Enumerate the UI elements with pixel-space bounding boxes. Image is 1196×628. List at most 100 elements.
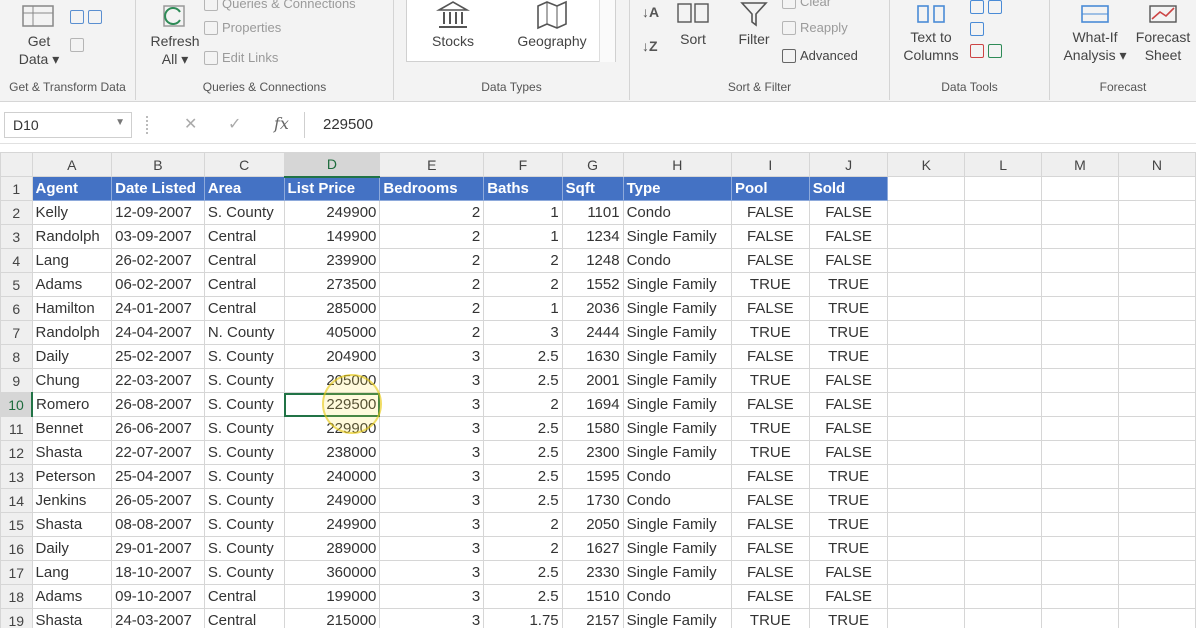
empty-cell[interactable]	[887, 512, 966, 537]
worksheet-grid[interactable]: A B C D E F G H I J K L M N 1 Agent Date Listed Area List …	[0, 152, 1196, 628]
cell[interactable]: TRUE	[730, 272, 810, 297]
column-header-l[interactable]: L	[964, 152, 1043, 177]
empty-cell[interactable]	[887, 560, 966, 585]
queries-connections-button[interactable]: Queries & Connections	[204, 0, 356, 11]
cell[interactable]: S. County	[203, 344, 285, 369]
cell[interactable]: 3	[483, 320, 563, 345]
cell[interactable]: 08-08-2007	[111, 512, 205, 537]
header-cell[interactable]: Bedrooms	[379, 176, 485, 201]
cell[interactable]: 2.5	[483, 488, 563, 513]
cell[interactable]: 26-08-2007	[111, 392, 205, 417]
cell[interactable]: FALSE	[730, 200, 810, 225]
cell[interactable]: 03-09-2007	[111, 224, 205, 249]
data-validation-button[interactable]	[970, 44, 1002, 58]
cell[interactable]: 06-02-2007	[111, 272, 205, 297]
cancel-icon[interactable]: ✕	[184, 114, 197, 134]
header-cell[interactable]: Pool	[730, 176, 810, 201]
cell[interactable]: 249000	[283, 488, 381, 513]
cell[interactable]: FALSE	[808, 440, 889, 465]
refresh-all-button[interactable]: Refresh All ▾	[146, 4, 204, 68]
cell[interactable]: Central	[203, 224, 285, 249]
cell[interactable]: 1	[483, 224, 563, 249]
cell[interactable]: 3	[379, 464, 485, 489]
empty-cell[interactable]	[1041, 536, 1119, 561]
cell[interactable]: FALSE	[730, 560, 810, 585]
cell[interactable]: 18-10-2007	[111, 560, 205, 585]
cell[interactable]: Central	[203, 296, 285, 321]
cell[interactable]: 199000	[283, 584, 381, 609]
row-header[interactable]: 6	[0, 296, 33, 321]
empty-cell[interactable]	[887, 224, 966, 249]
cell[interactable]: 3	[379, 488, 485, 513]
forecast-sheet-button[interactable]: Forecast Sheet	[1132, 2, 1194, 64]
cell[interactable]: 205000	[283, 368, 381, 393]
row-header[interactable]: 5	[0, 272, 33, 297]
cell[interactable]: FALSE	[730, 392, 810, 417]
empty-cell[interactable]	[1117, 344, 1196, 369]
cell[interactable]: 2300	[561, 440, 624, 465]
empty-cell[interactable]	[964, 416, 1043, 441]
empty-cell[interactable]	[1041, 608, 1119, 628]
cell[interactable]: 3	[379, 368, 485, 393]
row-header[interactable]: 4	[0, 248, 33, 273]
empty-cell[interactable]	[887, 200, 966, 225]
cell[interactable]: Bennet	[31, 416, 113, 441]
empty-cell[interactable]	[964, 440, 1043, 465]
cell[interactable]: Single Family	[622, 560, 732, 585]
empty-cell[interactable]	[887, 320, 966, 345]
empty-cell[interactable]	[1117, 512, 1196, 537]
cell[interactable]: 1.75	[483, 608, 563, 628]
cell[interactable]: Condo	[622, 584, 732, 609]
cell[interactable]: 2.5	[483, 560, 563, 585]
cell[interactable]: S. County	[203, 368, 285, 393]
stocks-button[interactable]: Stocks	[423, 0, 483, 50]
cell[interactable]: Condo	[622, 464, 732, 489]
cell[interactable]: Randolph	[31, 320, 113, 345]
empty-cell[interactable]	[964, 512, 1043, 537]
cell[interactable]: Central	[203, 272, 285, 297]
cell[interactable]: FALSE	[730, 224, 810, 249]
cell[interactable]: 1627	[561, 536, 624, 561]
cell[interactable]: TRUE	[730, 440, 810, 465]
cell[interactable]: FALSE	[808, 392, 889, 417]
empty-cell[interactable]	[887, 584, 966, 609]
row-header[interactable]: 13	[0, 464, 33, 489]
cell[interactable]: S. County	[203, 440, 285, 465]
empty-cell[interactable]	[1041, 176, 1119, 201]
cell[interactable]: 2	[483, 512, 563, 537]
row-header[interactable]: 17	[0, 560, 33, 585]
cell[interactable]: 1	[483, 200, 563, 225]
empty-cell[interactable]	[1117, 560, 1196, 585]
cell[interactable]: S. County	[203, 560, 285, 585]
cell[interactable]: 238000	[283, 440, 381, 465]
cell[interactable]: S. County	[203, 464, 285, 489]
cell[interactable]: 2	[379, 320, 485, 345]
empty-cell[interactable]	[964, 248, 1043, 273]
from-text-button[interactable]	[70, 10, 102, 24]
row-header[interactable]: 18	[0, 584, 33, 609]
cell[interactable]: 204900	[283, 344, 381, 369]
cell[interactable]: S. County	[203, 512, 285, 537]
empty-cell[interactable]	[1041, 320, 1119, 345]
cell[interactable]: Single Family	[622, 224, 732, 249]
cell[interactable]: Chung	[31, 368, 113, 393]
empty-cell[interactable]	[1041, 296, 1119, 321]
cell[interactable]: TRUE	[808, 512, 889, 537]
cell[interactable]: Single Family	[622, 272, 732, 297]
empty-cell[interactable]	[1041, 584, 1119, 609]
column-header-g[interactable]: G	[561, 152, 624, 177]
empty-cell[interactable]	[1041, 440, 1119, 465]
cell[interactable]: FALSE	[808, 416, 889, 441]
cell[interactable]: Romero	[31, 392, 113, 417]
cell[interactable]: 2	[379, 248, 485, 273]
cell[interactable]: Adams	[31, 584, 113, 609]
reapply-button[interactable]: Reapply	[782, 20, 848, 35]
clear-button[interactable]: Clear	[782, 0, 831, 9]
empty-cell[interactable]	[1041, 512, 1119, 537]
cell[interactable]: Single Family	[622, 344, 732, 369]
header-cell[interactable]: Area	[203, 176, 285, 201]
cell[interactable]: 2.5	[483, 584, 563, 609]
cell[interactable]: TRUE	[808, 296, 889, 321]
empty-cell[interactable]	[1117, 320, 1196, 345]
cell[interactable]: 1580	[561, 416, 624, 441]
